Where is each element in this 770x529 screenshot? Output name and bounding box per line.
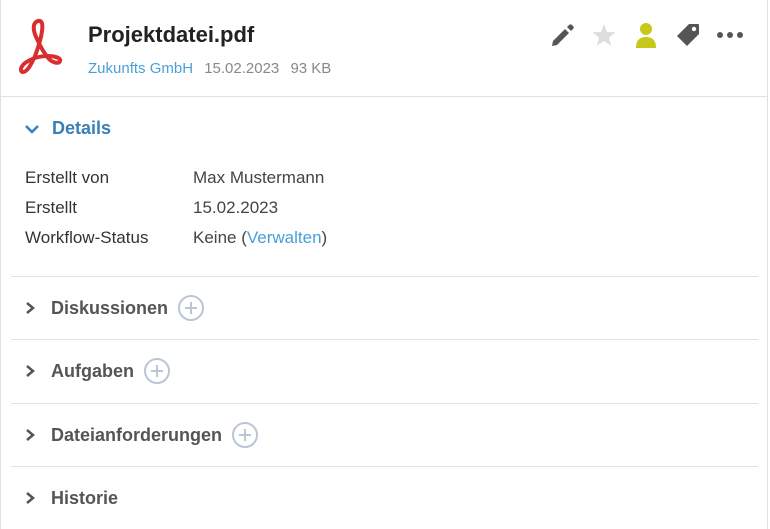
tasks-section[interactable]: Aufgaben <box>11 339 758 402</box>
details-row: Erstellt 15.02.2023 <box>25 193 327 223</box>
chevron-down-icon <box>25 124 39 134</box>
pdf-icon <box>18 18 63 74</box>
more-icon <box>717 32 743 38</box>
details-value: 15.02.2023 <box>193 198 279 217</box>
details-section-title: Details <box>52 118 112 138</box>
plus-icon <box>185 302 198 314</box>
file-size: 93 KB <box>290 60 332 77</box>
chevron-right-icon <box>25 428 39 442</box>
history-section[interactable]: Historie <box>11 466 758 529</box>
history-title: Historie <box>51 487 119 508</box>
details-value: Max Mustermann <box>193 168 325 187</box>
chevron-right-icon <box>25 491 39 505</box>
header-actions <box>548 20 744 50</box>
edit-button[interactable] <box>548 20 576 50</box>
tasks-title: Aufgaben <box>51 360 134 381</box>
workflow-status-text: Keine ( <box>193 228 247 247</box>
file-name: Projektdatei.pdf <box>88 22 255 47</box>
file-requests-section[interactable]: Dateianforderungen <box>11 403 758 466</box>
workflow-status-suffix: ) <box>321 228 328 247</box>
tag-icon <box>677 24 699 46</box>
details-row: Erstellt von Max Mustermann <box>25 163 327 193</box>
file-header: Projektdatei.pdf Zukunfts GmbH 15.02.202… <box>0 0 768 97</box>
file-meta: Zukunfts GmbH 15.02.2023 93 KB <box>88 60 331 77</box>
details-label: Workflow-Status <box>25 228 149 247</box>
tag-button[interactable] <box>674 20 702 50</box>
pencil-icon <box>552 24 574 46</box>
star-icon <box>592 24 616 46</box>
details-label: Erstellt <box>25 198 77 217</box>
details-section-toggle[interactable]: Details <box>24 118 111 139</box>
more-button[interactable] <box>716 20 744 50</box>
plus-icon <box>151 365 163 377</box>
plus-icon <box>239 429 252 441</box>
discussions-section[interactable]: Diskussionen <box>11 276 758 339</box>
file-date: 15.02.2023 <box>204 60 280 77</box>
details-label: Erstellt von <box>25 168 110 187</box>
chevron-right-icon <box>25 301 39 315</box>
workflow-status-value: Keine (Verwalten) <box>193 228 327 248</box>
add-task-button[interactable] <box>144 358 170 384</box>
file-requests-title: Dateianforderungen <box>51 424 223 445</box>
add-discussion-button[interactable] <box>178 295 205 321</box>
favorite-button[interactable] <box>590 20 618 50</box>
assign-user-button[interactable] <box>632 20 660 50</box>
discussions-title: Diskussionen <box>51 297 169 318</box>
company-link[interactable]: Zukunfts GmbH <box>88 60 193 77</box>
details-list: Erstellt von Max Mustermann Erstellt 15.… <box>25 163 327 253</box>
manage-workflow-link[interactable]: Verwalten <box>247 228 322 247</box>
add-file-request-button[interactable] <box>232 422 259 448</box>
details-row: Workflow-Status Keine (Verwalten) <box>25 223 327 253</box>
user-icon <box>636 23 656 48</box>
chevron-right-icon <box>25 364 39 378</box>
